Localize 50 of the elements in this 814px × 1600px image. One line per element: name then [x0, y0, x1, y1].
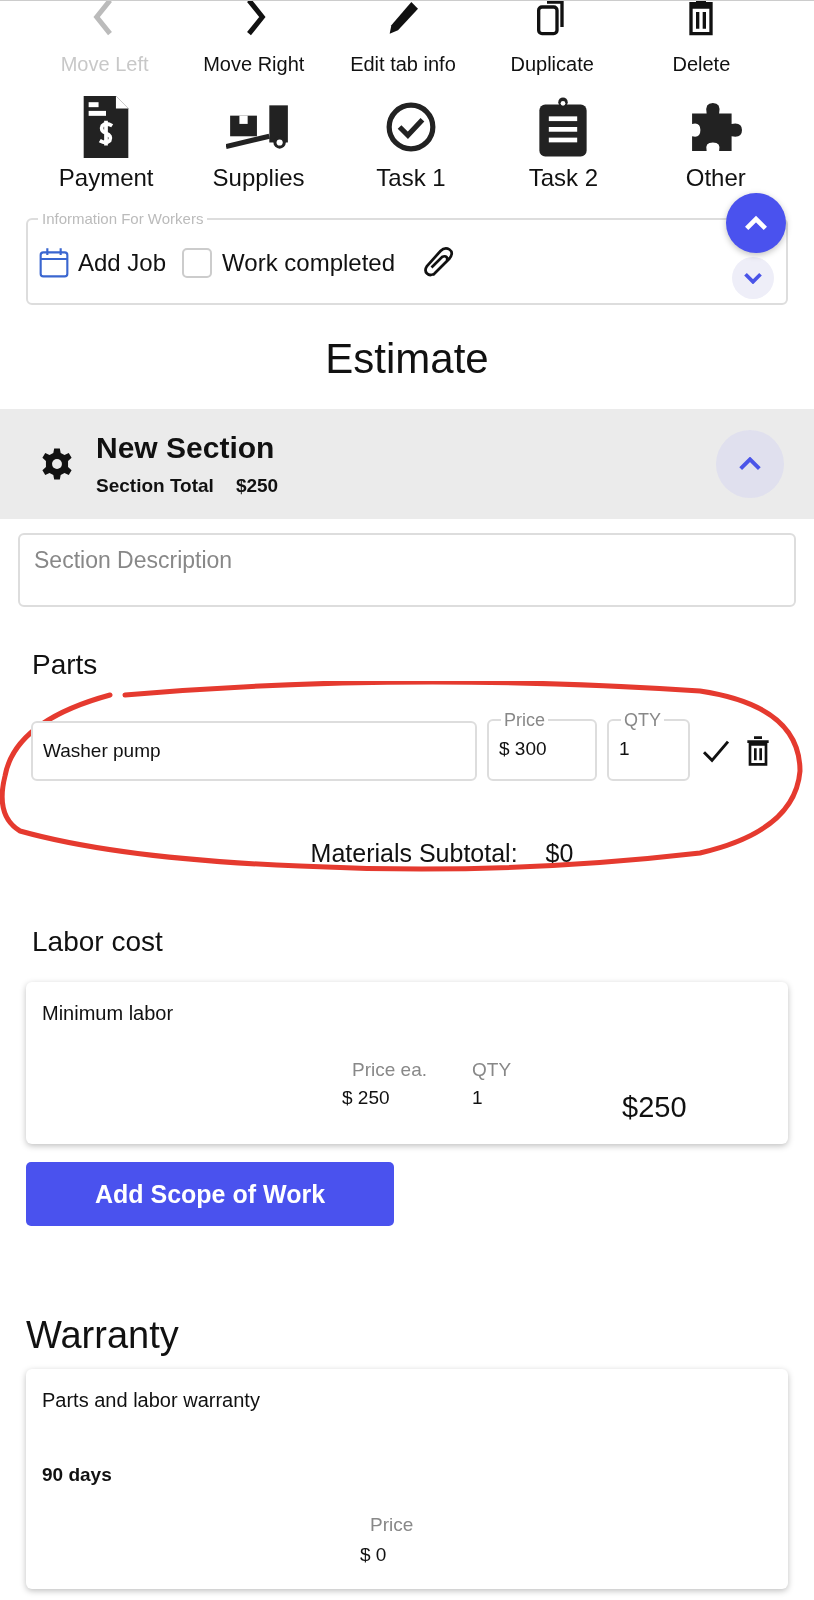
warranty-heading: Warranty: [26, 1314, 180, 1357]
warranty-card[interactable]: Parts and labor warranty 90 days Price $ 0: [26, 1369, 788, 1589]
scroll-up-button[interactable]: [726, 193, 786, 253]
section-name: New Section: [96, 431, 276, 465]
toolbar-button[interactable]: Edit tab info: [332, 1, 473, 76]
panel-legend: Information For Workers: [38, 210, 208, 227]
toolbar-button[interactable]: Duplicate: [482, 1, 623, 76]
add-job-button[interactable]: Add Job: [38, 247, 167, 279]
tab[interactable]: Task 1: [340, 96, 481, 192]
toolbar-button[interactable]: Delete: [631, 1, 772, 76]
materials-subtotal: $0: [545, 839, 574, 868]
qty-value: 1: [472, 1087, 484, 1109]
section-total-label: Section Total: [96, 475, 214, 497]
page-title: Estimate: [324, 335, 490, 383]
price-value: $ 300: [499, 737, 547, 760]
work-completed-checkbox[interactable]: Work completed: [182, 248, 396, 278]
section-total: $250: [235, 475, 279, 497]
add-scope-button[interactable]: Add Scope of Work: [26, 1162, 394, 1226]
qty-field[interactable]: QTY 1: [607, 710, 690, 781]
warranty-name: Parts and labor warranty: [42, 1389, 261, 1412]
chevron-up-icon: [738, 457, 762, 471]
section-heading: Parts: [32, 649, 99, 681]
price-value: $ 250: [342, 1087, 391, 1109]
field-label: QTY: [623, 710, 662, 730]
labor-name: Minimum labor: [42, 1002, 175, 1025]
part-name-field[interactable]: Washer pump: [31, 721, 477, 781]
clipboard-icon: [537, 96, 590, 158]
column-label: Price: [369, 1514, 415, 1536]
checkbox[interactable]: [182, 248, 213, 278]
section-description-field[interactable]: Section Description: [18, 533, 796, 607]
toolbar-button[interactable]: Move Right: [183, 1, 324, 76]
price-field[interactable]: Price $ 300: [487, 710, 597, 781]
tab[interactable]: Payment: [36, 96, 177, 192]
labor-total: $250: [622, 1090, 688, 1124]
qty-value: 1: [619, 737, 630, 760]
tab[interactable]: Task 2: [493, 96, 634, 192]
section-heading: Labor cost: [32, 926, 164, 958]
chevron-down-icon: [743, 272, 763, 284]
calendar-icon: [38, 247, 70, 279]
column-label: QTY: [472, 1059, 513, 1081]
labor-card[interactable]: Minimum labor Price ea. QTY $ 250 1 $250: [26, 982, 788, 1144]
price-value: $ 0: [360, 1544, 388, 1566]
settings-icon[interactable]: [40, 447, 74, 481]
expand-button[interactable]: [732, 257, 774, 299]
column-label: Price ea.: [351, 1059, 428, 1081]
tab[interactable]: Other: [645, 96, 786, 192]
materials-subtotal-label: Materials Subtotal:: [310, 839, 518, 868]
warranty-term: 90 days: [42, 1464, 113, 1486]
tab[interactable]: Supplies: [188, 96, 329, 192]
field-label: Price: [503, 710, 546, 730]
